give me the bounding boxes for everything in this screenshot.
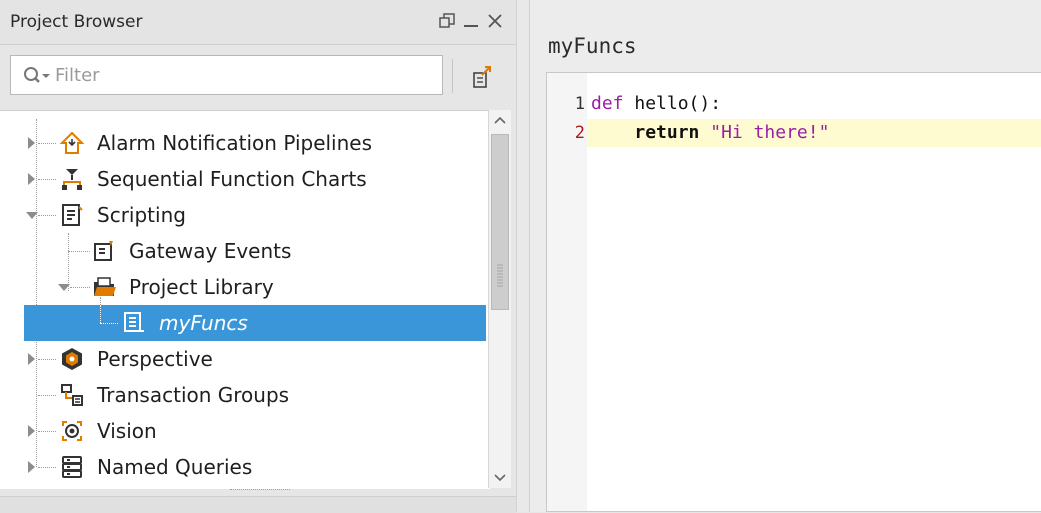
- folder-icon: [92, 275, 116, 299]
- expand-icon[interactable]: [28, 173, 35, 185]
- code-line[interactable]: def hello():: [591, 93, 721, 114]
- code-keyword: def: [591, 93, 624, 114]
- filter-row: Filter: [0, 45, 516, 109]
- separator: [452, 59, 453, 93]
- tree-item-transaction-groups[interactable]: Transaction Groups: [0, 377, 486, 413]
- script-file-icon: [122, 311, 146, 335]
- scrollbar-thumb[interactable]: [491, 134, 509, 310]
- gateway-events-icon: [92, 239, 116, 263]
- scripting-icon: [60, 203, 84, 227]
- script-editor-panel: myFuncs 1 2 def hello(): return "Hi ther…: [530, 0, 1041, 512]
- perspective-icon: [60, 347, 84, 371]
- line-number-gutter: 1 2: [547, 73, 587, 511]
- tree-item-gateway-events[interactable]: Gateway Events: [0, 233, 486, 269]
- panel-header: Project Browser: [0, 0, 516, 45]
- project-browser-panel: Project Browser Filter Alarm Notificatio…: [0, 0, 516, 513]
- close-icon[interactable]: [484, 8, 506, 34]
- scroll-up-icon[interactable]: [489, 110, 511, 132]
- tree-item-sequential-function-charts[interactable]: Sequential Function Charts: [0, 161, 486, 197]
- code-text: hello():: [623, 93, 722, 114]
- lower-panel-header: [0, 496, 516, 513]
- tree-item-scripting[interactable]: Scripting: [0, 197, 486, 233]
- restore-window-icon[interactable]: [436, 8, 458, 34]
- panel-title: Project Browser: [10, 12, 143, 32]
- tree-item-vision[interactable]: Vision: [0, 413, 486, 449]
- minimize-icon[interactable]: [460, 8, 482, 34]
- tree-item-project-library[interactable]: Project Library: [0, 269, 486, 305]
- sfc-icon: [60, 167, 84, 191]
- named-queries-icon: [60, 455, 84, 479]
- line-number: 2: [574, 123, 585, 143]
- split-divider[interactable]: [516, 0, 530, 512]
- expand-icon[interactable]: [28, 353, 35, 365]
- tree-item-perspective[interactable]: Perspective: [0, 341, 486, 377]
- code-line[interactable]: return "Hi there!": [591, 122, 829, 143]
- expand-icon[interactable]: [28, 425, 35, 437]
- collapse-icon[interactable]: [58, 284, 70, 291]
- expand-icon[interactable]: [28, 461, 35, 473]
- project-tree: Alarm Notification Pipelines Sequential …: [0, 110, 490, 489]
- scroll-down-icon[interactable]: [489, 466, 511, 488]
- tree-item-named-queries[interactable]: Named Queries: [0, 449, 486, 485]
- search-icon[interactable]: [23, 66, 51, 90]
- code-string: "Hi there!": [699, 122, 830, 143]
- editor-title: myFuncs: [548, 34, 637, 58]
- tree-scrollbar[interactable]: [488, 110, 511, 488]
- tree-item-myfuncs[interactable]: myFuncs: [24, 305, 486, 341]
- expand-icon[interactable]: [28, 137, 35, 149]
- filter-placeholder: Filter: [55, 65, 100, 86]
- filter-input[interactable]: Filter: [10, 55, 443, 95]
- collapse-icon[interactable]: [26, 212, 38, 219]
- line-number: 1: [574, 94, 585, 114]
- transaction-groups-icon: [60, 383, 84, 407]
- code-editor[interactable]: 1 2 def hello(): return "Hi there!": [546, 72, 1041, 512]
- vision-icon: [60, 419, 84, 443]
- tree-item-alarm-notification-pipelines[interactable]: Alarm Notification Pipelines: [0, 125, 486, 161]
- link-with-editor-icon[interactable]: [468, 65, 494, 91]
- alarm-pipeline-icon: [59, 131, 85, 155]
- code-keyword: return: [634, 122, 700, 143]
